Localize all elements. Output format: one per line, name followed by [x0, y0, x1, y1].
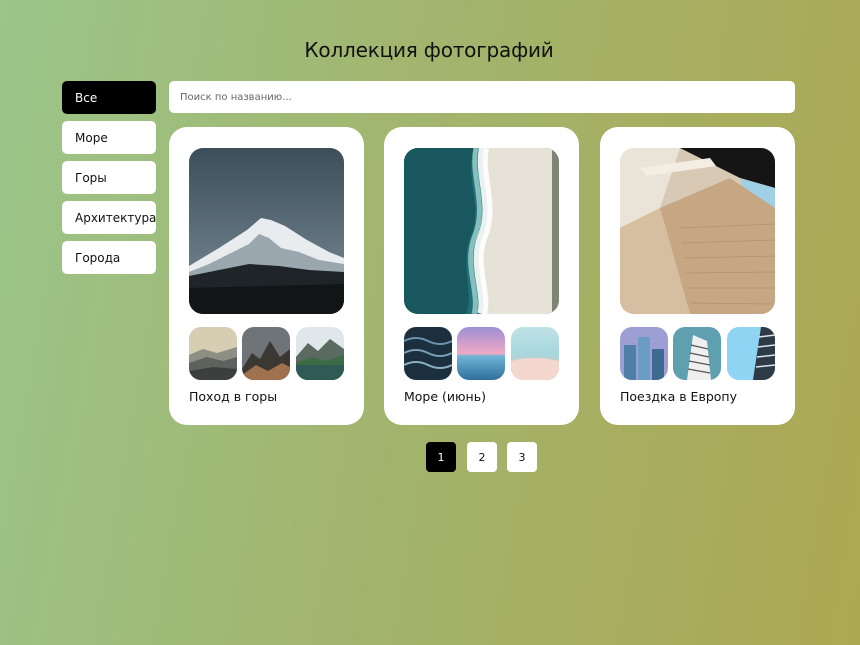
- category-architecture-button[interactable]: Архитектура: [62, 201, 156, 234]
- blue-sky-balconies-photo[interactable]: [727, 327, 775, 380]
- category-sidebar: Все Море Горы Архитектура Города: [62, 81, 156, 281]
- thumbnail-row: [189, 327, 344, 380]
- page-1-button[interactable]: 1: [426, 442, 456, 472]
- category-sea-button[interactable]: Море: [62, 121, 156, 154]
- page-title: Коллекция фотографий: [304, 38, 554, 62]
- pink-sunset-sea-photo[interactable]: [457, 327, 505, 380]
- collection-title: Поездка в Европу: [620, 389, 737, 404]
- category-cities-button[interactable]: Города: [62, 241, 156, 274]
- category-mountains-button[interactable]: Горы: [62, 161, 156, 194]
- thumbnail-row: [620, 327, 775, 380]
- snowy-mountain-photo[interactable]: [189, 148, 344, 314]
- aerial-beach-waves-photo[interactable]: [404, 148, 559, 314]
- thumbnail-row: [404, 327, 559, 380]
- pastel-beach-photo[interactable]: [511, 327, 559, 380]
- dark-sea-waves-photo[interactable]: [404, 327, 452, 380]
- collection-title: Поход в горы: [189, 389, 278, 404]
- collection-card[interactable]: Поездка в Европу: [600, 127, 795, 425]
- spiral-building-photo[interactable]: [673, 327, 721, 380]
- mountain-lake-photo[interactable]: [296, 327, 344, 380]
- city-towers-photo[interactable]: [620, 327, 668, 380]
- search-input[interactable]: [169, 81, 795, 113]
- modern-architecture-photo[interactable]: [620, 148, 775, 314]
- misty-hills-photo[interactable]: [189, 327, 237, 380]
- category-all-button[interactable]: Все: [62, 81, 156, 114]
- collection-card[interactable]: Поход в горы: [169, 127, 364, 425]
- page-3-button[interactable]: 3: [507, 442, 537, 472]
- rocky-peaks-photo[interactable]: [242, 327, 290, 380]
- page-2-button[interactable]: 2: [467, 442, 497, 472]
- collection-title: Море (июнь): [404, 389, 486, 404]
- collection-card[interactable]: Море (июнь): [384, 127, 579, 425]
